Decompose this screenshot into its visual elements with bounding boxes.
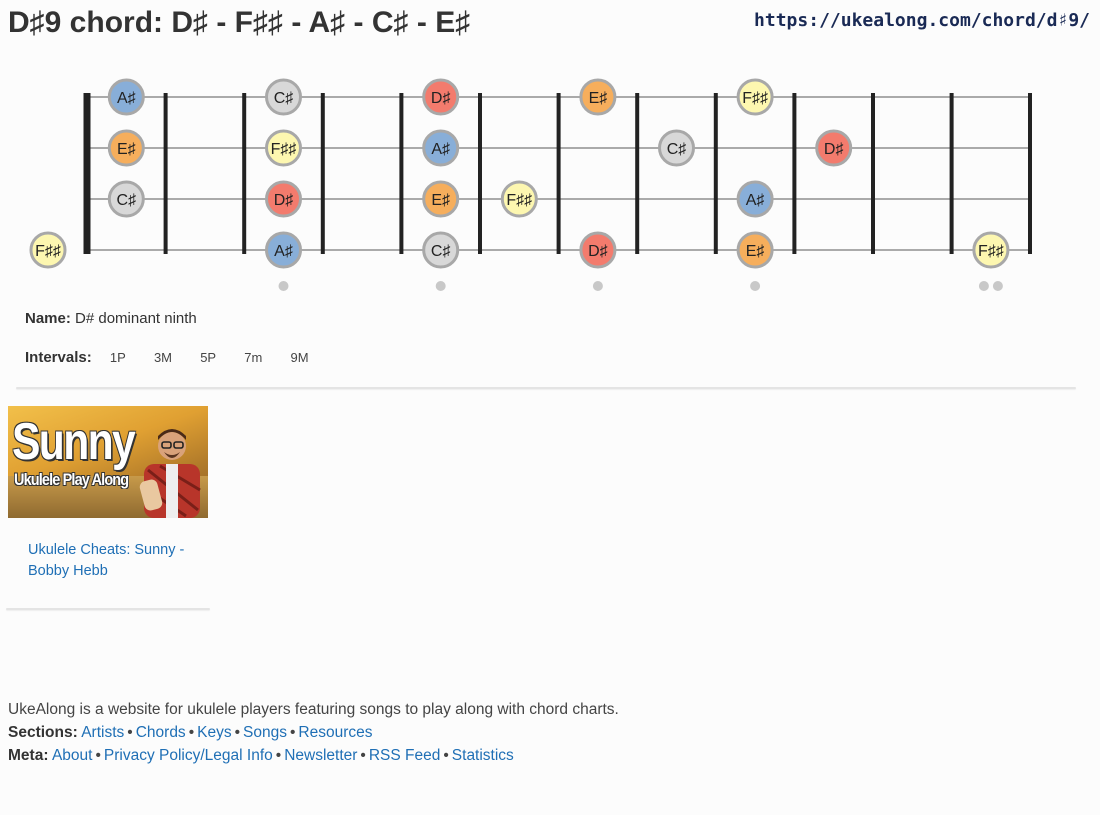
meta-nav: Meta: About • Privacy Policy/Legal Info • Ne… (8, 744, 619, 767)
note-label: F♯♯ (978, 243, 1004, 260)
site-footer: UkeAlong is a website for ukulele player… (8, 698, 619, 767)
note-label: A♯ (117, 90, 136, 107)
intervals-row: Intervals: 1P 3M 5P 7m 9M (25, 349, 309, 366)
intervals-label: Intervals: (25, 349, 92, 366)
interval-item: 1P (109, 350, 126, 365)
footer-separator: • (443, 747, 449, 764)
chord-name-row: Name: D# dominant ninth (25, 310, 197, 327)
footer-link-rss[interactable]: RSS Feed (369, 747, 441, 764)
footer-separator: • (127, 724, 133, 741)
related-song-card[interactable]: Sunny Ukulele Play Along Ukulele Cheats:… (8, 406, 208, 582)
interval-item: 5P (200, 350, 217, 365)
thumbnail-subtitle: Ukulele Play Along (14, 470, 129, 489)
fret-inlay-dot (592, 281, 603, 291)
fret-inlay-dot (435, 281, 446, 291)
chord-name-label: Name: (25, 310, 71, 327)
note-label: F♯♯ (506, 192, 532, 209)
related-song-link[interactable]: Ukulele Cheats: Sunny - Bobby Hebb (28, 540, 198, 582)
footer-link-about[interactable]: About (52, 747, 93, 764)
page-title: D♯9 chord: D♯ - F♯♯ - A♯ - C♯ - E♯ (8, 6, 471, 39)
site-description: UkeAlong is a website for ukulele player… (8, 701, 619, 718)
footer-link-resources[interactable]: Resources (298, 724, 372, 741)
note-label: D♯ (588, 243, 608, 260)
footer-separator: • (360, 747, 366, 764)
note-label: C♯ (117, 192, 137, 209)
note-label: A♯ (274, 243, 293, 260)
note-label: E♯ (117, 141, 136, 158)
note-label: A♯ (746, 192, 765, 209)
footer-separator: • (234, 724, 241, 741)
note-label: E♯ (589, 90, 608, 107)
note-label: E♯ (431, 192, 450, 209)
ukulele-fretboard-diagram: A♯ C♯ D♯ E♯ F♯♯ E♯ F♯♯ A♯ C♯ D♯ C♯ D♯ E♯ F♯♯ A♯ F♯♯ A♯ C♯… (29, 78, 1032, 291)
sections-label: Sections: (8, 724, 78, 741)
footer-separator: • (289, 724, 296, 741)
note-label: E♯ (746, 243, 765, 260)
footer-link-songs[interactable]: Songs (243, 724, 287, 741)
interval-item: 7m (244, 350, 263, 365)
footer-separator: • (275, 747, 282, 764)
footer-link-artists[interactable]: Artists (81, 724, 124, 741)
note-label: A♯ (431, 141, 450, 158)
note-label: C♯ (274, 90, 294, 107)
page-url: https://ukealong.com/chord/d♯9/ (754, 10, 1090, 31)
footer-link-keys[interactable]: Keys (197, 724, 231, 741)
fret-inlay-dot (992, 281, 1003, 291)
card-divider (6, 608, 210, 610)
note-label: F♯♯ (35, 243, 61, 260)
footer-link-privacy[interactable]: Privacy Policy/Legal Info (104, 747, 273, 764)
interval-item: 3M (153, 350, 173, 365)
footer-link-chords[interactable]: Chords (136, 724, 186, 741)
footer-separator: • (95, 747, 101, 764)
song-thumbnail[interactable]: Sunny Ukulele Play Along (8, 406, 208, 518)
interval-item: 9M (290, 350, 309, 365)
note-label: C♯ (667, 141, 687, 158)
fret-inlay-dot (978, 281, 989, 291)
fret-inlay-dot (750, 281, 761, 291)
person-illustration (139, 429, 201, 518)
footer-separator: • (188, 724, 195, 741)
footer-link-statistics[interactable]: Statistics (452, 747, 514, 764)
sections-nav: Sections: Artists • Chords • Keys • Songs • Reso… (8, 721, 619, 744)
meta-label: Meta: (8, 747, 49, 764)
footer-link-newsletter[interactable]: Newsletter (284, 747, 357, 764)
thumbnail-title: Sunny (12, 413, 136, 471)
chord-name-value: D# dominant ninth (75, 310, 197, 327)
note-label: D♯ (274, 192, 294, 209)
section-divider (16, 387, 1076, 389)
note-label: C♯ (431, 243, 451, 260)
note-label: D♯ (824, 141, 844, 158)
note-label: F♯♯ (742, 90, 768, 107)
fret-inlay-dot (278, 281, 289, 291)
note-label: F♯♯ (271, 141, 297, 158)
note-label: D♯ (431, 90, 451, 107)
